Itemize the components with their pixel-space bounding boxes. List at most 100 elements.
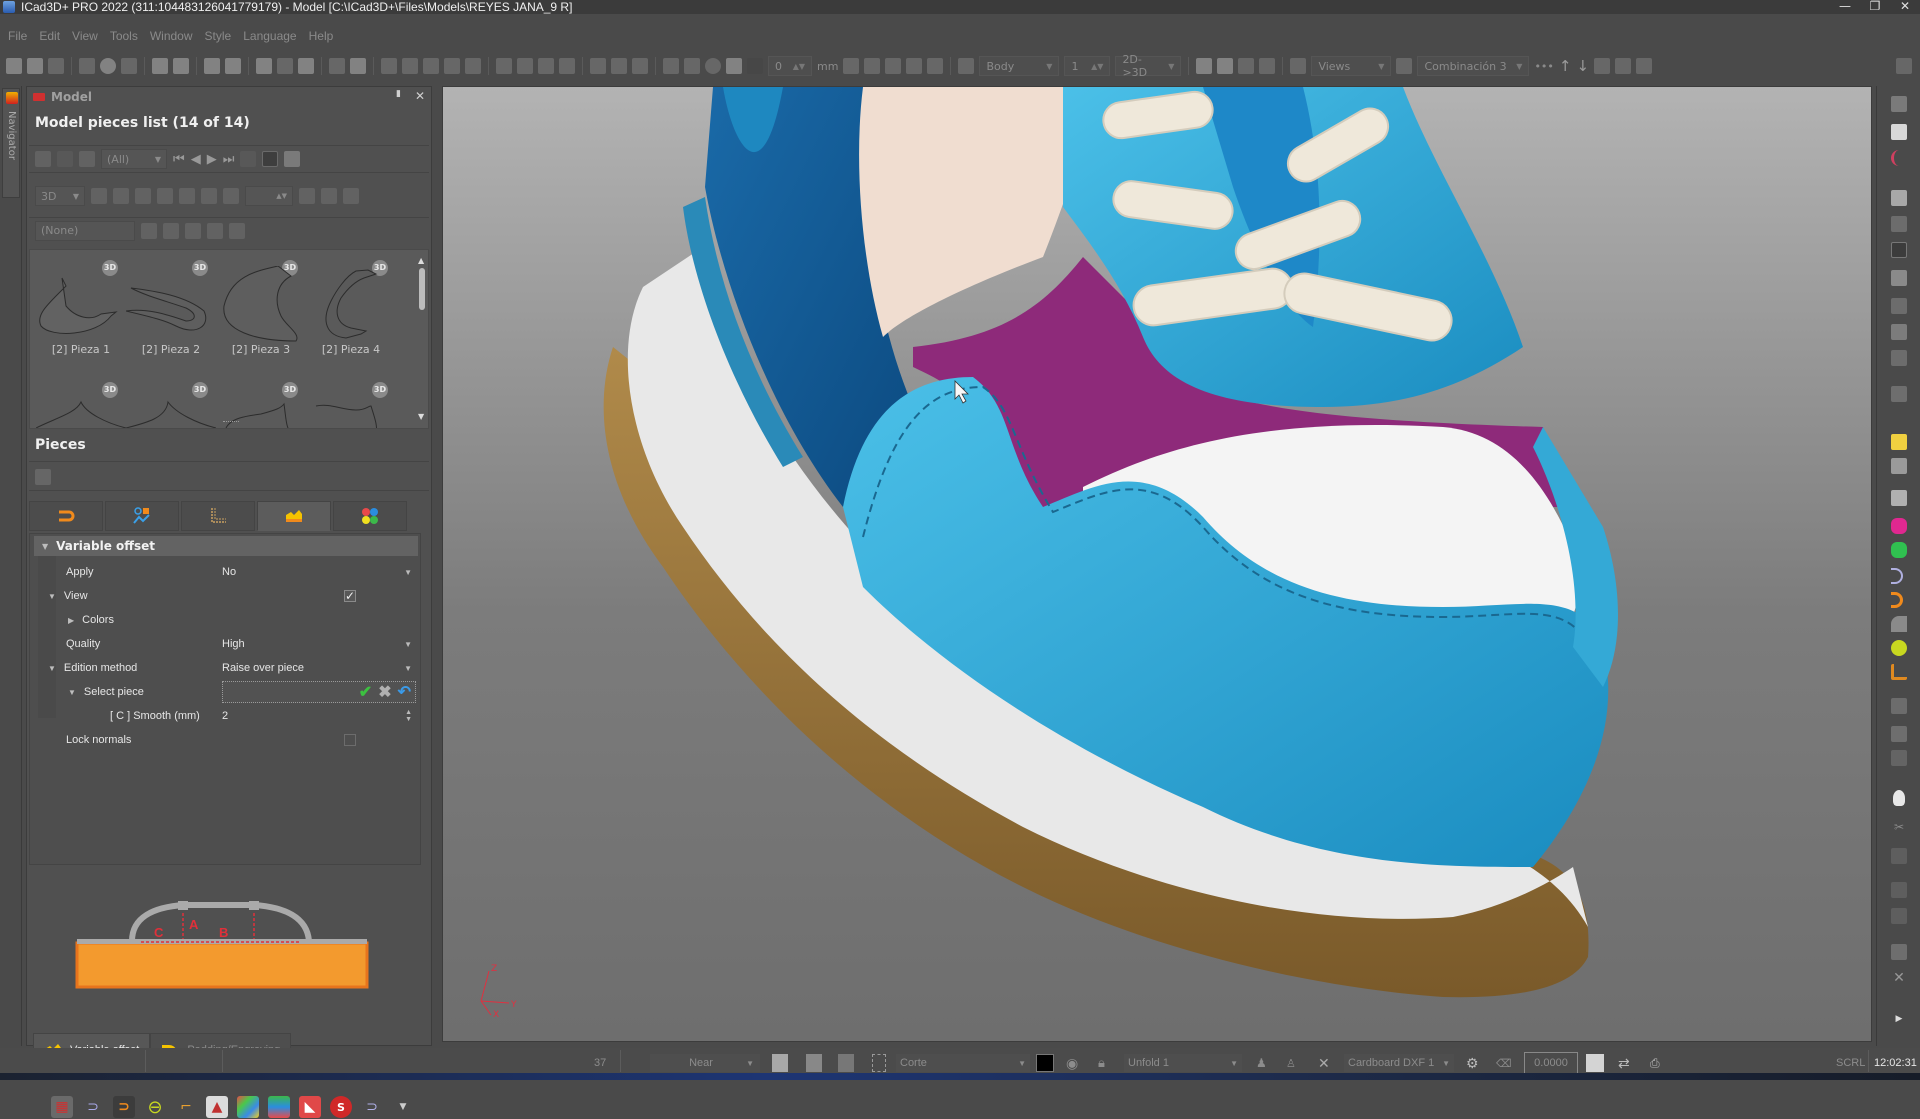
- scroll-up-icon[interactable]: ▲: [418, 256, 424, 265]
- layout-view-icon[interactable]: [838, 1054, 854, 1072]
- shoe-outline-icon[interactable]: [1891, 190, 1907, 206]
- export-icon[interactable]: [343, 188, 359, 204]
- knife-icon[interactable]: [611, 58, 627, 74]
- piece-action-icon[interactable]: [35, 469, 51, 485]
- user-icon[interactable]: ♙: [1286, 1054, 1296, 1072]
- shoe-side-icon[interactable]: [1238, 58, 1255, 74]
- fill-icon[interactable]: [726, 58, 742, 74]
- export-select[interactable]: Cardboard DXF 1 ▼: [1344, 1054, 1454, 1072]
- paste-icon[interactable]: [298, 58, 314, 74]
- redo-icon[interactable]: [173, 58, 189, 74]
- apply-select[interactable]: No ▼: [222, 561, 416, 583]
- edition-method-select[interactable]: Raise over piece ▼: [222, 657, 416, 679]
- numeric-input[interactable]: 0.0000: [1524, 1052, 1578, 1074]
- shoe-view-icon[interactable]: [1196, 58, 1213, 74]
- edit-icon[interactable]: [57, 151, 73, 167]
- shoe-list-icon[interactable]: ▦: [51, 1096, 73, 1118]
- lock-normals-checkbox[interactable]: [344, 734, 356, 746]
- settings-gear-icon[interactable]: ⚙: [1466, 1054, 1479, 1072]
- photo-icon[interactable]: [1891, 490, 1907, 506]
- person-icon[interactable]: ♟: [1256, 1054, 1267, 1072]
- arrow-up-icon[interactable]: ↑: [1559, 57, 1572, 75]
- more-tools-icon[interactable]: ▼: [392, 1096, 414, 1118]
- layers-shoe-icon[interactable]: [268, 1096, 290, 1118]
- columns-icon[interactable]: [1594, 58, 1611, 74]
- plugin-icon[interactable]: [927, 58, 944, 74]
- padlock-icon[interactable]: 🔒︎: [1098, 1054, 1105, 1072]
- arrow-down-icon[interactable]: ↓: [1576, 57, 1589, 75]
- fit-view-icon[interactable]: [872, 1054, 886, 1072]
- open-icon[interactable]: [6, 58, 22, 74]
- close-window-button[interactable]: ✕: [1890, 0, 1920, 14]
- cross-line-icon[interactable]: [517, 58, 533, 74]
- refresh-pieces-icon[interactable]: [284, 151, 301, 167]
- shoe-3d-model[interactable]: [443, 87, 1872, 1042]
- group-select[interactable]: (None): [35, 220, 135, 241]
- shoe-flat-icon[interactable]: [1891, 216, 1907, 232]
- light-bulb-icon[interactable]: [1893, 790, 1905, 806]
- exit-icon[interactable]: [1896, 58, 1912, 74]
- select-group-icon[interactable]: [185, 222, 201, 239]
- menu-view[interactable]: View: [72, 29, 98, 43]
- expand-strip-icon[interactable]: ▶: [1891, 1014, 1907, 1030]
- cut-icon[interactable]: [277, 58, 293, 74]
- trim-icon[interactable]: [1891, 592, 1903, 608]
- save-icon[interactable]: [27, 58, 43, 74]
- cursor-icon[interactable]: [590, 58, 606, 74]
- move-icon[interactable]: [684, 58, 700, 74]
- panel-close-icon[interactable]: ✕: [415, 89, 425, 103]
- shoe-sheet-icon[interactable]: ▲: [206, 1096, 228, 1118]
- splitter-handle[interactable]: [223, 421, 239, 424]
- heel-icon[interactable]: [1891, 664, 1907, 680]
- quality-select[interactable]: High ▼: [222, 633, 416, 655]
- menu-style[interactable]: Style: [205, 29, 232, 43]
- expand-icon[interactable]: ▼: [48, 592, 56, 601]
- brackets-icon[interactable]: [1891, 698, 1907, 714]
- previous-icon[interactable]: ◀: [191, 152, 201, 167]
- trim-tool-icon[interactable]: ⊃: [113, 1096, 135, 1118]
- tools-icon[interactable]: ✕: [1318, 1054, 1330, 1072]
- save-as-icon[interactable]: [48, 58, 64, 74]
- menu-edit[interactable]: Edit: [39, 29, 60, 43]
- group-icon[interactable]: [223, 188, 239, 204]
- tab-stitching[interactable]: [181, 501, 255, 531]
- shoe-green-icon[interactable]: [1891, 542, 1907, 558]
- view-checkbox[interactable]: ✓: [344, 589, 356, 603]
- select-piece-input[interactable]: ✔ ✖ ↶: [222, 681, 416, 703]
- protractor-icon[interactable]: [1891, 150, 1907, 166]
- cut-select[interactable]: Corte ▼: [896, 1054, 1030, 1072]
- show-points-icon[interactable]: [262, 151, 279, 167]
- piece-thumbnail[interactable]: 3D [2] Pieza 2: [126, 256, 216, 361]
- unfold-select[interactable]: Unfold 1 ▼: [1124, 1054, 1242, 1072]
- remove-copy-icon[interactable]: [157, 188, 173, 204]
- menu-language[interactable]: Language: [243, 29, 296, 43]
- shoe-dots-icon[interactable]: [1891, 242, 1907, 258]
- last-icon[interactable]: [1891, 386, 1907, 402]
- color-swatch-icon[interactable]: [747, 58, 763, 74]
- clip-select[interactable]: Near ▼: [650, 1054, 760, 1072]
- magnet-icon[interactable]: [1891, 568, 1903, 584]
- smooth-stepper[interactable]: 2 ▲ ▼: [222, 705, 416, 727]
- group-shape-icon[interactable]: [229, 222, 245, 239]
- flatten-icon[interactable]: [1891, 324, 1907, 340]
- print-icon[interactable]: ⎙: [1650, 1054, 1660, 1072]
- offset-stepper[interactable]: ▲▼: [245, 186, 293, 206]
- sort-icon[interactable]: [201, 188, 217, 204]
- list-view-icon[interactable]: [35, 151, 51, 167]
- properties-icon[interactable]: [79, 151, 95, 167]
- align-down-icon[interactable]: [1891, 908, 1907, 924]
- tab-mark-lines[interactable]: [105, 501, 179, 531]
- select-arrow-icon[interactable]: [559, 58, 575, 74]
- shoe-loop-icon[interactable]: [1891, 270, 1907, 286]
- scissors-icon[interactable]: [121, 58, 137, 74]
- grid-layout-icon[interactable]: [1891, 124, 1907, 140]
- rotate-icon[interactable]: [1891, 640, 1907, 656]
- body-select[interactable]: Body ▼: [979, 56, 1060, 76]
- stack-view-icon[interactable]: [806, 1054, 822, 1072]
- heel-icon[interactable]: ⌐: [175, 1096, 197, 1118]
- navigator-tab[interactable]: Navigator: [2, 88, 20, 198]
- menu-file[interactable]: File: [8, 29, 27, 43]
- piece-thumbnail[interactable]: 3D: [126, 378, 216, 428]
- filter-select[interactable]: (All) ▼: [101, 149, 167, 169]
- cut-shoe-icon[interactable]: ◣: [299, 1096, 321, 1118]
